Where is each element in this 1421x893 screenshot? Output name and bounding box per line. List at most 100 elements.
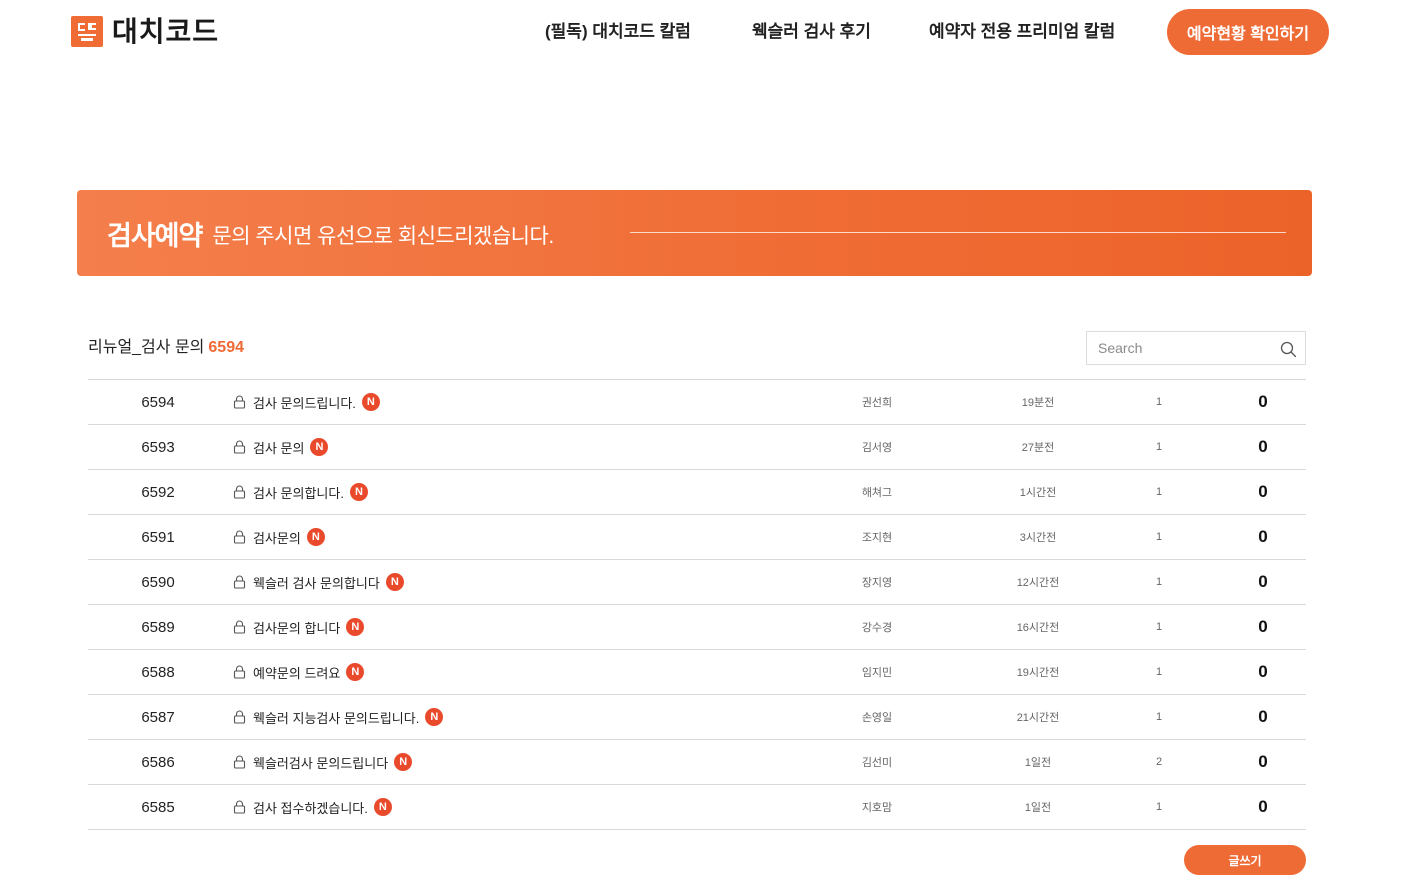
post-author: 권선희 [861,397,893,409]
board-name: 리뉴얼_검사 문의 [88,339,205,356]
post-author: 장지영 [861,577,893,589]
post-views: 1 [1155,621,1163,633]
search-icon[interactable] [1280,341,1297,363]
post-likes: 0 [1258,527,1268,546]
page-banner: 검사예약 문의 주시면 유선으로 회신드리겠습니다. [77,190,1312,276]
post-views: 1 [1155,801,1163,813]
post-number: 6594 [141,393,175,411]
new-badge: N [346,663,365,681]
table-row[interactable]: 6591 검사문의 N 조지현 3시간전 1 0 [88,515,1306,560]
post-number: 6590 [141,573,175,591]
post-date: 1일전 [1024,802,1052,814]
post-number: 6588 [141,663,175,681]
post-likes: 0 [1258,572,1268,591]
table-row[interactable]: 6586 웩슬러검사 문의드립니다 N 김선미 1일전 2 0 [88,740,1306,785]
post-author: 조지현 [861,532,893,544]
post-views: 2 [1155,756,1163,768]
write-button[interactable]: 글쓰기 [1184,845,1306,875]
post-views: 1 [1155,486,1163,498]
post-subject-text: 검사문의 합니다 [253,620,341,636]
logo-mark-icon [71,16,103,47]
post-subject[interactable]: 예약문의 드려요 N [233,650,365,694]
post-views: 1 [1155,531,1163,543]
table-row[interactable]: 6589 검사문의 합니다 N 강수경 16시간전 1 0 [88,605,1306,650]
post-subject-text: 검사 문의합니다. [253,485,344,501]
post-table: 6594 검사 문의드립니다. N 권선희 19분전 1 0 6593 검사 문… [88,379,1306,830]
post-subject-text: 웩슬러검사 문의드립니다 [253,755,389,771]
post-subject-text: 검사 접수하겠습니다. [253,800,368,816]
post-likes: 0 [1258,617,1268,636]
logo-text: 대치코드 [112,16,220,47]
post-subject[interactable]: 웩슬러 지능검사 문의드립니다. N [233,695,444,739]
post-number: 6585 [141,798,175,816]
post-views: 1 [1155,441,1163,453]
search-input[interactable] [1087,332,1273,364]
post-subject-text: 예약문의 드려요 [253,665,341,681]
new-badge: N [385,573,404,591]
post-subject[interactable]: 검사 문의드립니다. N [233,380,380,424]
new-badge: N [306,528,325,546]
lock-icon [233,800,246,814]
logo[interactable]: 대치코드 [71,16,219,47]
post-subject[interactable]: 웩슬러검사 문의드립니다 N [233,740,413,784]
nav-item-review[interactable]: 웩슬러 검사 후기 [752,21,871,43]
table-row[interactable]: 6588 예약문의 드려요 N 임지민 19시간전 1 0 [88,650,1306,695]
table-row[interactable]: 6594 검사 문의드립니다. N 권선희 19분전 1 0 [88,380,1306,425]
post-date: 21시간전 [1016,712,1060,724]
nav-item-premium-column[interactable]: 예약자 전용 프리미엄 칼럼 [929,21,1115,43]
post-views: 1 [1155,711,1163,723]
new-badge: N [349,483,368,501]
lock-icon [233,665,246,679]
new-badge: N [346,618,365,636]
table-row[interactable]: 6585 검사 접수하겠습니다. N 지호맘 1일전 1 0 [88,785,1306,830]
table-row[interactable]: 6593 검사 문의 N 김서영 27분전 1 0 [88,425,1306,470]
post-subject[interactable]: 검사문의 N [233,515,325,559]
lock-icon [233,620,246,634]
lock-icon [233,710,246,724]
table-row[interactable]: 6587 웩슬러 지능검사 문의드립니다. N 손영일 21시간전 1 0 [88,695,1306,740]
post-subject[interactable]: 검사문의 합니다 N [233,605,365,649]
post-subject[interactable]: 웩슬러 검사 문의합니다 N [233,560,404,604]
lock-icon [233,395,246,409]
post-subject[interactable]: 검사 접수하겠습니다. N [233,785,392,829]
post-author: 강수경 [861,622,893,634]
post-number: 6593 [141,438,175,456]
post-subject-text: 검사문의 [253,530,301,546]
post-date: 19분전 [1021,397,1055,409]
post-subject-text: 웩슬러 검사 문의합니다 [253,575,380,591]
nav-item-column[interactable]: (필독) 대치코드 칼럼 [545,21,691,43]
post-subject-text: 웩슬러 지능검사 문의드립니다. [253,710,420,726]
post-likes: 0 [1258,437,1268,456]
post-date: 3시간전 [1019,532,1057,544]
post-views: 1 [1155,666,1163,678]
post-subject[interactable]: 검사 문의 N [233,425,329,469]
post-author: 임지민 [861,667,893,679]
post-number: 6586 [141,753,175,771]
post-subject-text: 검사 문의 [253,440,305,456]
post-likes: 0 [1258,797,1268,816]
post-author: 손영일 [861,712,893,724]
post-date: 1시간전 [1019,487,1057,499]
post-date: 16시간전 [1016,622,1060,634]
post-views: 1 [1155,396,1163,408]
post-views: 1 [1155,576,1163,588]
check-reservation-button[interactable]: 예약현황 확인하기 [1167,9,1329,55]
post-author: 해쳐그 [861,487,893,499]
table-row[interactable]: 6590 웩슬러 검사 문의합니다 N 장지영 12시간전 1 0 [88,560,1306,605]
post-author: 지호맘 [861,802,893,814]
new-badge: N [425,708,444,726]
post-date: 1일전 [1024,757,1052,769]
banner-title: 검사예약 [107,220,203,251]
lock-icon [233,575,246,589]
search-box [1086,331,1306,365]
post-author: 김선미 [861,757,893,769]
table-row[interactable]: 6592 검사 문의합니다. N 해쳐그 1시간전 1 0 [88,470,1306,515]
new-badge: N [310,438,329,456]
lock-icon [233,755,246,769]
lock-icon [233,485,246,499]
post-number: 6591 [141,528,175,546]
banner-subtitle: 문의 주시면 유선으로 회신드리겠습니다. [212,224,554,248]
board-title: 리뉴얼_검사 문의 6594 [88,338,244,358]
post-subject[interactable]: 검사 문의합니다. N [233,470,368,514]
post-number: 6589 [141,618,175,636]
